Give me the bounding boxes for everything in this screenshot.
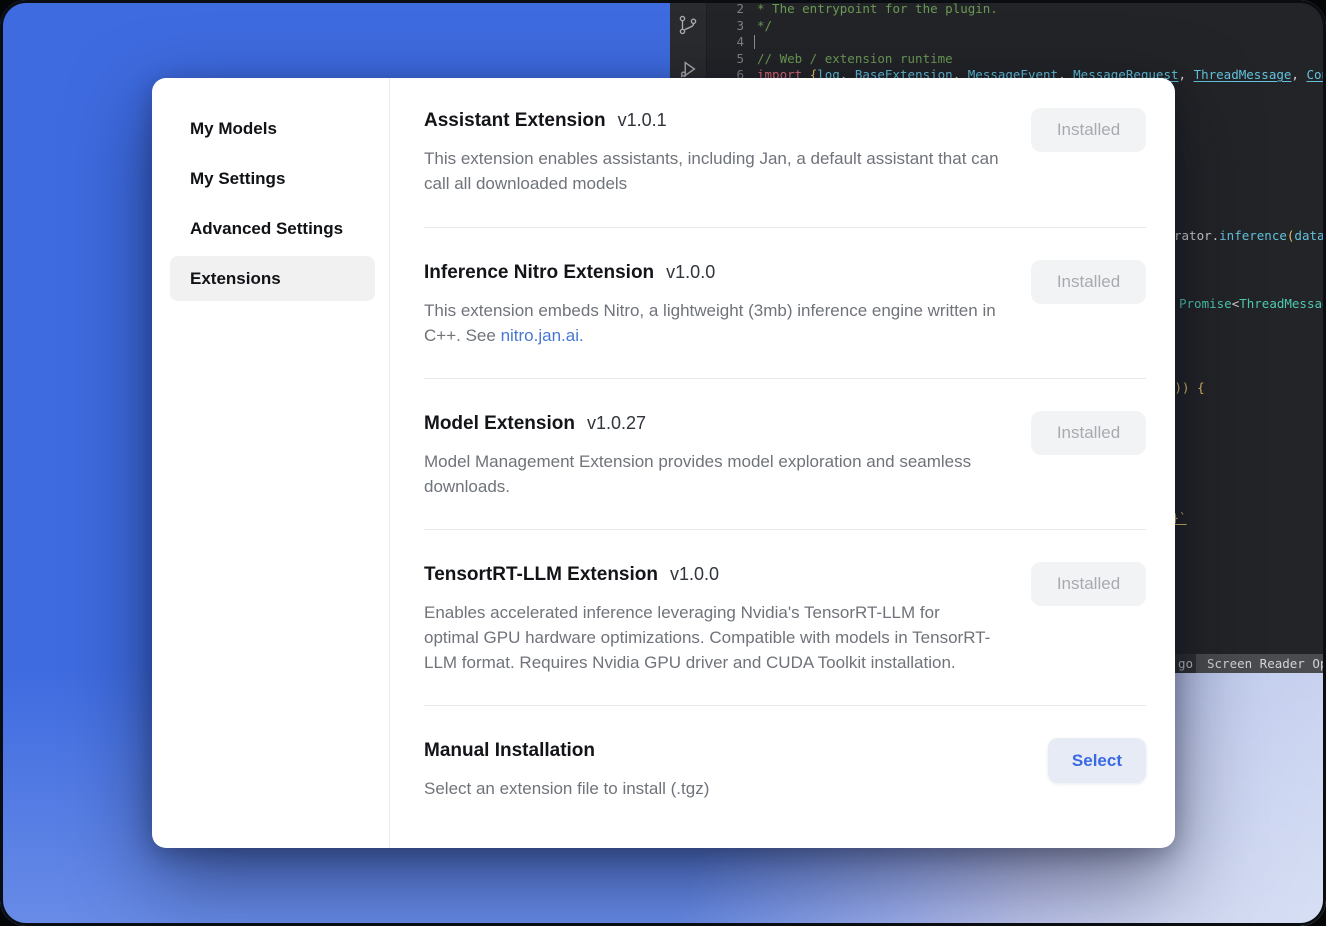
- extension-row-manual-installation: Manual Installation Select an extension …: [424, 706, 1146, 801]
- code-text: [744, 34, 757, 49]
- extension-description: Enables accelerated inference leveraging…: [424, 600, 999, 675]
- code-text: // Web / extension runtime: [744, 51, 953, 66]
- sidebar-item-my-settings[interactable]: My Settings: [170, 156, 375, 201]
- code-fragment: rator.inference(data));: [1174, 228, 1326, 245]
- installed-button[interactable]: Installed: [1031, 260, 1146, 304]
- code-line: 2* The entrypoint for the plugin.: [670, 1, 1326, 18]
- status-bar-item[interactable]: go: [1178, 654, 1193, 673]
- extension-description: This extension enables assistants, inclu…: [424, 146, 999, 196]
- extension-row-assistant: Assistant Extension v1.0.1 This extensio…: [424, 104, 1146, 196]
- code-line: 5// Web / extension runtime: [670, 51, 1326, 68]
- code-line: 4: [670, 34, 1326, 51]
- extension-info: Manual Installation Select an extension …: [424, 706, 709, 801]
- code-text: * The entrypoint for the plugin.: [744, 1, 998, 16]
- extension-version: v1.0.0: [670, 564, 719, 585]
- installed-button[interactable]: Installed: [1031, 562, 1146, 606]
- extension-info: Model Extension v1.0.27 Model Management…: [424, 379, 999, 499]
- extension-version: v1.0.1: [618, 110, 667, 131]
- extension-description: This extension embeds Nitro, a lightweig…: [424, 298, 999, 348]
- settings-sidebar: My Models My Settings Advanced Settings …: [152, 78, 390, 848]
- extension-version: v1.0.27: [587, 413, 646, 434]
- sidebar-item-extensions[interactable]: Extensions: [170, 256, 375, 301]
- select-file-button[interactable]: Select: [1048, 738, 1146, 783]
- code-text: */: [744, 18, 772, 33]
- extension-name: Inference Nitro Extension: [424, 262, 654, 284]
- extension-row-inference-nitro: Inference Nitro Extension v1.0.0 This ex…: [424, 228, 1146, 348]
- line-number: 2: [670, 1, 744, 18]
- sidebar-item-advanced-settings[interactable]: Advanced Settings: [170, 206, 375, 251]
- extension-name: TensortRT-LLM Extension: [424, 564, 658, 586]
- extension-description: Model Management Extension provides mode…: [424, 449, 999, 499]
- extension-name: Manual Installation: [424, 740, 595, 762]
- text-cursor: [754, 35, 755, 49]
- extension-info: TensortRT-LLM Extension v1.0.0 Enables a…: [424, 530, 999, 675]
- code-line: 3*/: [670, 18, 1326, 35]
- extension-row-tensorrt-llm: TensortRT-LLM Extension v1.0.0 Enables a…: [424, 530, 1146, 675]
- line-number: 5: [670, 51, 744, 68]
- line-number: 3: [670, 18, 744, 35]
- installed-button[interactable]: Installed: [1031, 411, 1146, 455]
- status-bar-screen-reader-item[interactable]: Screen Reader Optimize: [1196, 654, 1326, 673]
- extension-description: Select an extension file to install (.tg…: [424, 776, 709, 801]
- extensions-panel: Assistant Extension v1.0.1 This extensio…: [390, 78, 1175, 848]
- desktop-window: 2* The entrypoint for the plugin. 3*/ 4 …: [0, 0, 1326, 926]
- extension-version: v1.0.0: [666, 262, 715, 283]
- extension-info: Assistant Extension v1.0.1 This extensio…: [424, 104, 999, 196]
- line-number: 4: [670, 34, 744, 51]
- code-fragment: Promise<ThreadMessage>: [1179, 296, 1326, 313]
- extension-name: Assistant Extension: [424, 110, 606, 132]
- extension-row-model: Model Extension v1.0.27 Model Management…: [424, 379, 1146, 499]
- sidebar-item-my-models[interactable]: My Models: [170, 106, 375, 151]
- extension-info: Inference Nitro Extension v1.0.0 This ex…: [424, 228, 999, 348]
- screenshot-canvas: 2* The entrypoint for the plugin. 3*/ 4 …: [0, 0, 1326, 926]
- installed-button[interactable]: Installed: [1031, 108, 1146, 152]
- extension-name: Model Extension: [424, 413, 575, 435]
- nitro-jan-ai-link[interactable]: nitro.jan.ai.: [501, 326, 584, 345]
- settings-modal: My Models My Settings Advanced Settings …: [152, 78, 1175, 848]
